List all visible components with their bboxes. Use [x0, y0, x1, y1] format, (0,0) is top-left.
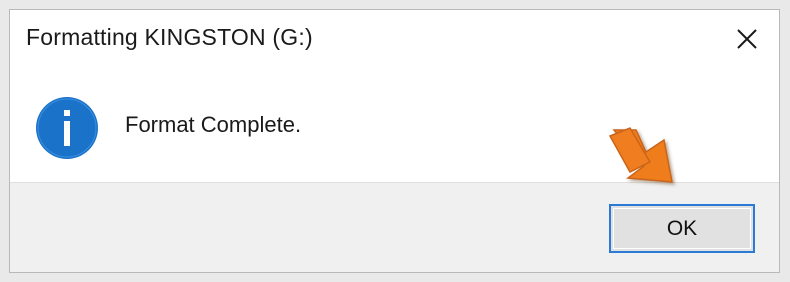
close-icon — [737, 29, 757, 49]
close-button[interactable] — [715, 10, 779, 68]
title-bar: Formatting KINGSTON (G:) — [10, 10, 779, 74]
info-icon — [36, 97, 98, 159]
dialog-content: Format Complete. — [10, 74, 779, 182]
format-complete-dialog: Formatting KINGSTON (G:) Format Complete… — [9, 9, 780, 273]
dialog-footer: OK — [10, 182, 779, 272]
status-message: Format Complete. — [125, 112, 302, 137]
screen-background: Formatting KINGSTON (G:) Format Complete… — [0, 0, 790, 282]
ok-button-label: OK — [666, 216, 698, 240]
dialog-title: Formatting KINGSTON (G:) — [26, 24, 313, 50]
ok-button[interactable]: OK — [609, 204, 755, 253]
